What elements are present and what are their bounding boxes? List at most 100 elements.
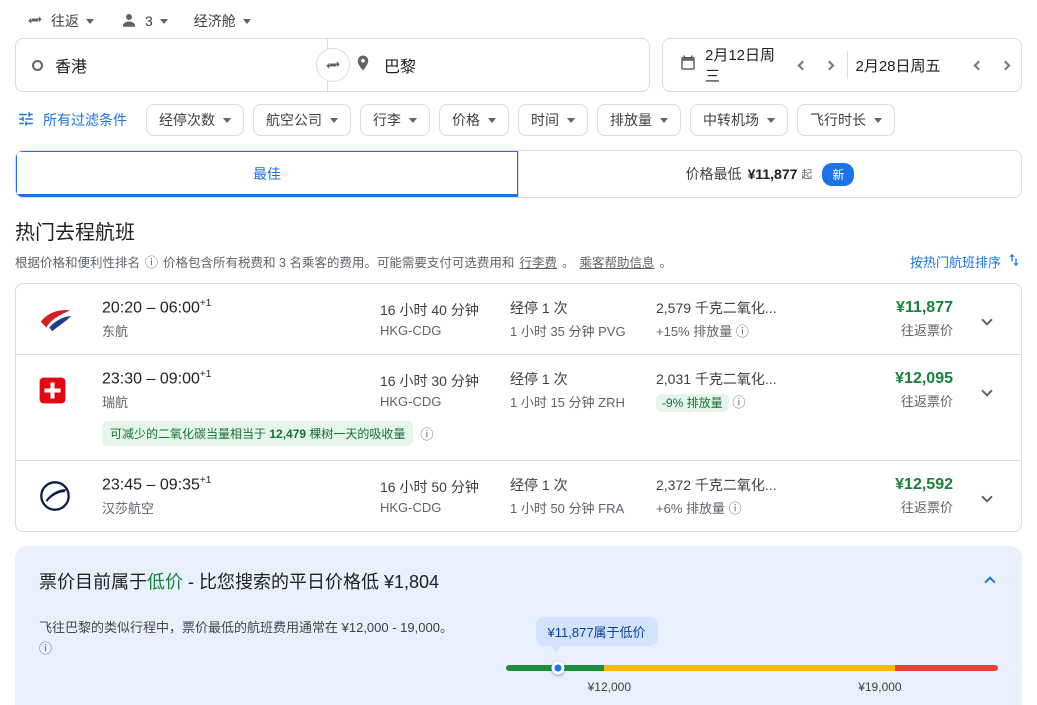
chevron-down-icon: [330, 118, 338, 123]
info-icon[interactable]: ⓘ: [732, 395, 745, 410]
info-icon[interactable]: ⓘ: [420, 424, 433, 443]
chevron-down-icon: [874, 118, 882, 123]
top-controls: 往返 3 经济舱: [0, 0, 1037, 34]
emissions-delta: +6% 排放量: [656, 501, 725, 516]
return-date-field[interactable]: 2月28日周五: [856, 55, 1016, 76]
tab-best-label: 最佳: [253, 164, 281, 184]
lufthansa-logo: [38, 479, 102, 513]
depart-date-value: 2月12日周三: [705, 44, 777, 86]
times-cell: 20:20 – 06:00+1 东航: [102, 298, 380, 339]
passenger-assist-link[interactable]: 乘客帮助信息: [579, 252, 654, 271]
filter-chip-stops[interactable]: 经停次数: [146, 104, 244, 136]
calendar-icon: [679, 54, 697, 76]
origin-field[interactable]: 香港: [15, 38, 327, 92]
next-return-date-button[interactable]: [996, 56, 1015, 75]
filter-sliders-icon: [17, 110, 35, 131]
search-bar: 香港 巴黎 2月12日周三 2月28日周五: [0, 34, 1037, 92]
sort-label: 按热门航班排序: [910, 252, 1001, 271]
price-label: 往返票价: [874, 497, 953, 516]
filter-chip-airlines[interactable]: 航空公司: [253, 104, 351, 136]
filter-chip-duration[interactable]: 飞行时长: [797, 104, 895, 136]
eco-note: 可减少的二氧化碳当量相当于 12,479 棵树一天的吸收量 ⓘ: [102, 421, 1015, 446]
trip-type-label: 往返: [51, 11, 79, 31]
flight-row[interactable]: 20:20 – 06:00+1 东航 16 小时 40 分钟 HKG-CDG 经…: [16, 284, 1021, 354]
trip-type-selector[interactable]: 往返: [20, 7, 100, 36]
filters-bar: 所有过滤条件 经停次数 航空公司 行李 价格 时间 排放量 中转机场 飞行时长: [0, 104, 1037, 136]
tab-cheapest[interactable]: 价格最低 ¥11,877 起 新: [518, 151, 1021, 197]
chevron-down-icon: [660, 118, 668, 123]
flight-row[interactable]: 23:45 – 09:35+1 汉莎航空 16 小时 50 分钟 HKG-CDG…: [16, 460, 1021, 531]
destination-field[interactable]: 巴黎: [327, 38, 650, 92]
expand-flight-button[interactable]: [983, 489, 991, 504]
filter-chip-times[interactable]: 时间: [518, 104, 588, 136]
date-range-box: 2月12日周三 2月28日周五: [662, 38, 1022, 92]
filter-chip-price[interactable]: 价格: [439, 104, 509, 136]
expand-flight-button[interactable]: [983, 312, 991, 327]
location-fields: 香港 巴黎: [15, 38, 650, 92]
china-eastern-logo: [38, 302, 102, 336]
price-label: 往返票价: [874, 320, 953, 339]
current-price-marker[interactable]: [551, 662, 564, 675]
results-meta: 根据价格和便利性排名 ⓘ 价格包含所有税费和 3 名乘客的费用。可能需要支付可选…: [15, 252, 672, 271]
price-history-slider: ¥11,877属于低价 ¥12,000 ¥19,000: [506, 617, 998, 698]
info-icon[interactable]: ⓘ: [39, 641, 52, 656]
depart-date-field[interactable]: 2月12日周三: [679, 44, 839, 86]
tab-cheapest-suffix: 起: [801, 166, 812, 182]
price-cell: ¥12,095 往返票价: [874, 370, 959, 410]
emissions-cell: 2,372 千克二氧化... +6% 排放量 ⓘ: [656, 475, 874, 517]
results-meta-row: 根据价格和便利性排名 ⓘ 价格包含所有税费和 3 名乘客的费用。可能需要支付可选…: [15, 252, 1022, 271]
origin-value: 香港: [55, 53, 87, 77]
baggage-fees-link[interactable]: 行李费: [519, 252, 557, 271]
filter-chip-emissions[interactable]: 排放量: [597, 104, 681, 136]
emissions-delta: +15% 排放量: [656, 324, 732, 339]
chevron-down-icon: [567, 118, 575, 123]
stops-cell: 经停 1 次 1 小时 15 分钟 ZRH: [510, 369, 656, 411]
price-range-description: 飞往巴黎的类似行程中，票价最低的航班费用通常在 ¥12,000 - 19,000…: [39, 617, 459, 660]
swap-locations-button[interactable]: [316, 48, 350, 82]
prev-depart-date-button[interactable]: [793, 56, 812, 75]
collapse-panel-button[interactable]: [982, 568, 998, 595]
chevron-down-icon: [160, 19, 168, 24]
stops-cell: 经停 1 次 1 小时 50 分钟 FRA: [510, 475, 656, 517]
tab-cheapest-price: ¥11,877: [748, 166, 798, 182]
filter-chip-bags[interactable]: 行李: [360, 104, 430, 136]
tab-best[interactable]: 最佳: [16, 151, 518, 197]
tab-cheapest-label: 价格最低: [686, 164, 742, 184]
duration-cell: 16 小时 40 分钟 HKG-CDG: [380, 300, 510, 338]
info-icon[interactable]: ⓘ: [729, 501, 742, 516]
price-range-track: [506, 665, 998, 671]
flight-row[interactable]: 23:30 – 09:00+1 瑞航 16 小时 30 分钟 HKG-CDG 经…: [16, 354, 1021, 460]
next-depart-date-button[interactable]: [820, 56, 839, 75]
flight-results-list: 20:20 – 06:00+1 东航 16 小时 40 分钟 HKG-CDG 经…: [15, 283, 1022, 532]
duration-cell: 16 小时 30 分钟 HKG-CDG: [380, 371, 510, 409]
origin-circle-icon: [32, 60, 43, 71]
plus-days: +1: [200, 475, 211, 486]
airline-name: 东航: [102, 321, 380, 340]
passengers-selector[interactable]: 3: [114, 7, 174, 36]
emissions-cell: 2,031 千克二氧化... -9% 排放量 ⓘ: [656, 369, 874, 411]
chevron-down-icon: [223, 118, 231, 123]
person-icon: [120, 11, 138, 32]
chevron-down-icon: [488, 118, 496, 123]
cabin-class-selector[interactable]: 经济舱: [188, 7, 257, 35]
cabin-class-label: 经济舱: [194, 11, 236, 31]
airline-name: 汉莎航空: [102, 498, 380, 517]
price-cell: ¥12,592 往返票价: [874, 476, 959, 516]
chevron-down-icon: [767, 118, 775, 123]
eco-badge: 可减少的二氧化碳当量相当于 12,479 棵树一天的吸收量: [102, 421, 413, 446]
chevron-down-icon: [243, 19, 251, 24]
sort-by-top-flights-button[interactable]: 按热门航班排序: [910, 252, 1022, 271]
expand-flight-button[interactable]: [983, 383, 991, 398]
price-label: 往返票价: [874, 391, 953, 410]
route: HKG-CDG: [380, 323, 510, 338]
layover: 1 小时 35 分钟 PVG: [510, 321, 656, 340]
all-filters-button[interactable]: 所有过滤条件: [15, 110, 137, 131]
destination-value: 巴黎: [384, 53, 416, 77]
info-icon[interactable]: ⓘ: [145, 252, 158, 271]
date-divider: [847, 51, 848, 79]
return-date-value: 2月28日周五: [856, 55, 941, 76]
passengers-count: 3: [145, 13, 153, 29]
prev-return-date-button[interactable]: [969, 56, 988, 75]
info-icon[interactable]: ⓘ: [736, 324, 749, 339]
filter-chip-connecting-airports[interactable]: 中转机场: [690, 104, 788, 136]
